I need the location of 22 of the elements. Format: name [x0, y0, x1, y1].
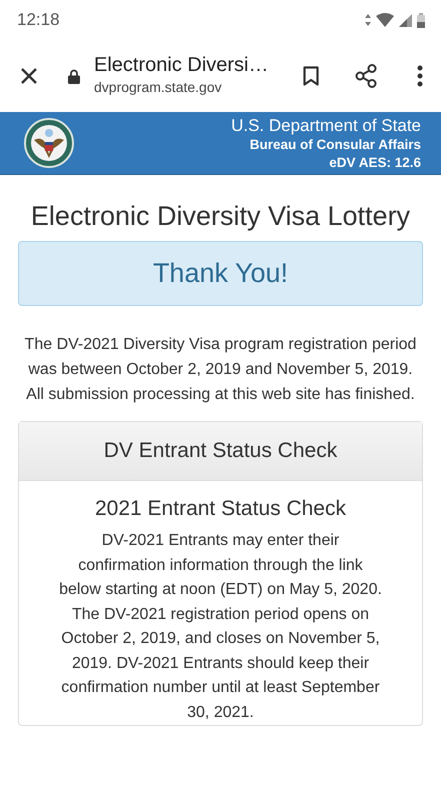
version-label: eDV AES: 12.6 — [328, 154, 421, 172]
card-header: DV Entrant Status Check — [19, 422, 422, 481]
card-paragraph: DV-2021 Entrants may enter their confirmation information through the link below starting at noon (EDT) on May 5, 2020. The DV-2021 registration period opens on October 2, 2019, and closes on November 5, 2019. DV-2021 Entrants should keep their confirmation number until at least September 30, 2021. — [59, 531, 382, 722]
lock-icon — [68, 68, 80, 84]
cellular-signal-icon — [399, 14, 412, 26]
wifi-icon — [376, 13, 394, 27]
department-name: U.S. Department of State — [231, 114, 421, 136]
thank-you-alert: Thank You! — [18, 241, 423, 306]
page-title: Electronic Diversi… — [94, 54, 270, 76]
seal-icon — [24, 118, 74, 168]
data-arrows-icon — [365, 14, 371, 26]
battery-icon — [417, 12, 425, 28]
url-text: dvprogram.state.gov — [94, 78, 223, 94]
close-icon[interactable] — [20, 67, 38, 85]
more-options-icon[interactable] — [417, 65, 423, 87]
bookmark-icon[interactable] — [303, 66, 319, 86]
main-heading: Electronic Diversity Visa Lottery — [30, 200, 412, 233]
bureau-name: Bureau of Consular Affairs — [248, 136, 421, 154]
share-icon[interactable] — [355, 64, 377, 88]
card-heading: 2021 Entrant Status Check — [94, 497, 347, 521]
clock-time: 12:18 — [17, 10, 60, 30]
intro-paragraph: The DV-2021 Diversity Visa program registration period was between October 2, 2019 and November 5, 2019. All submission processing at this web site has finished. — [24, 335, 418, 405]
